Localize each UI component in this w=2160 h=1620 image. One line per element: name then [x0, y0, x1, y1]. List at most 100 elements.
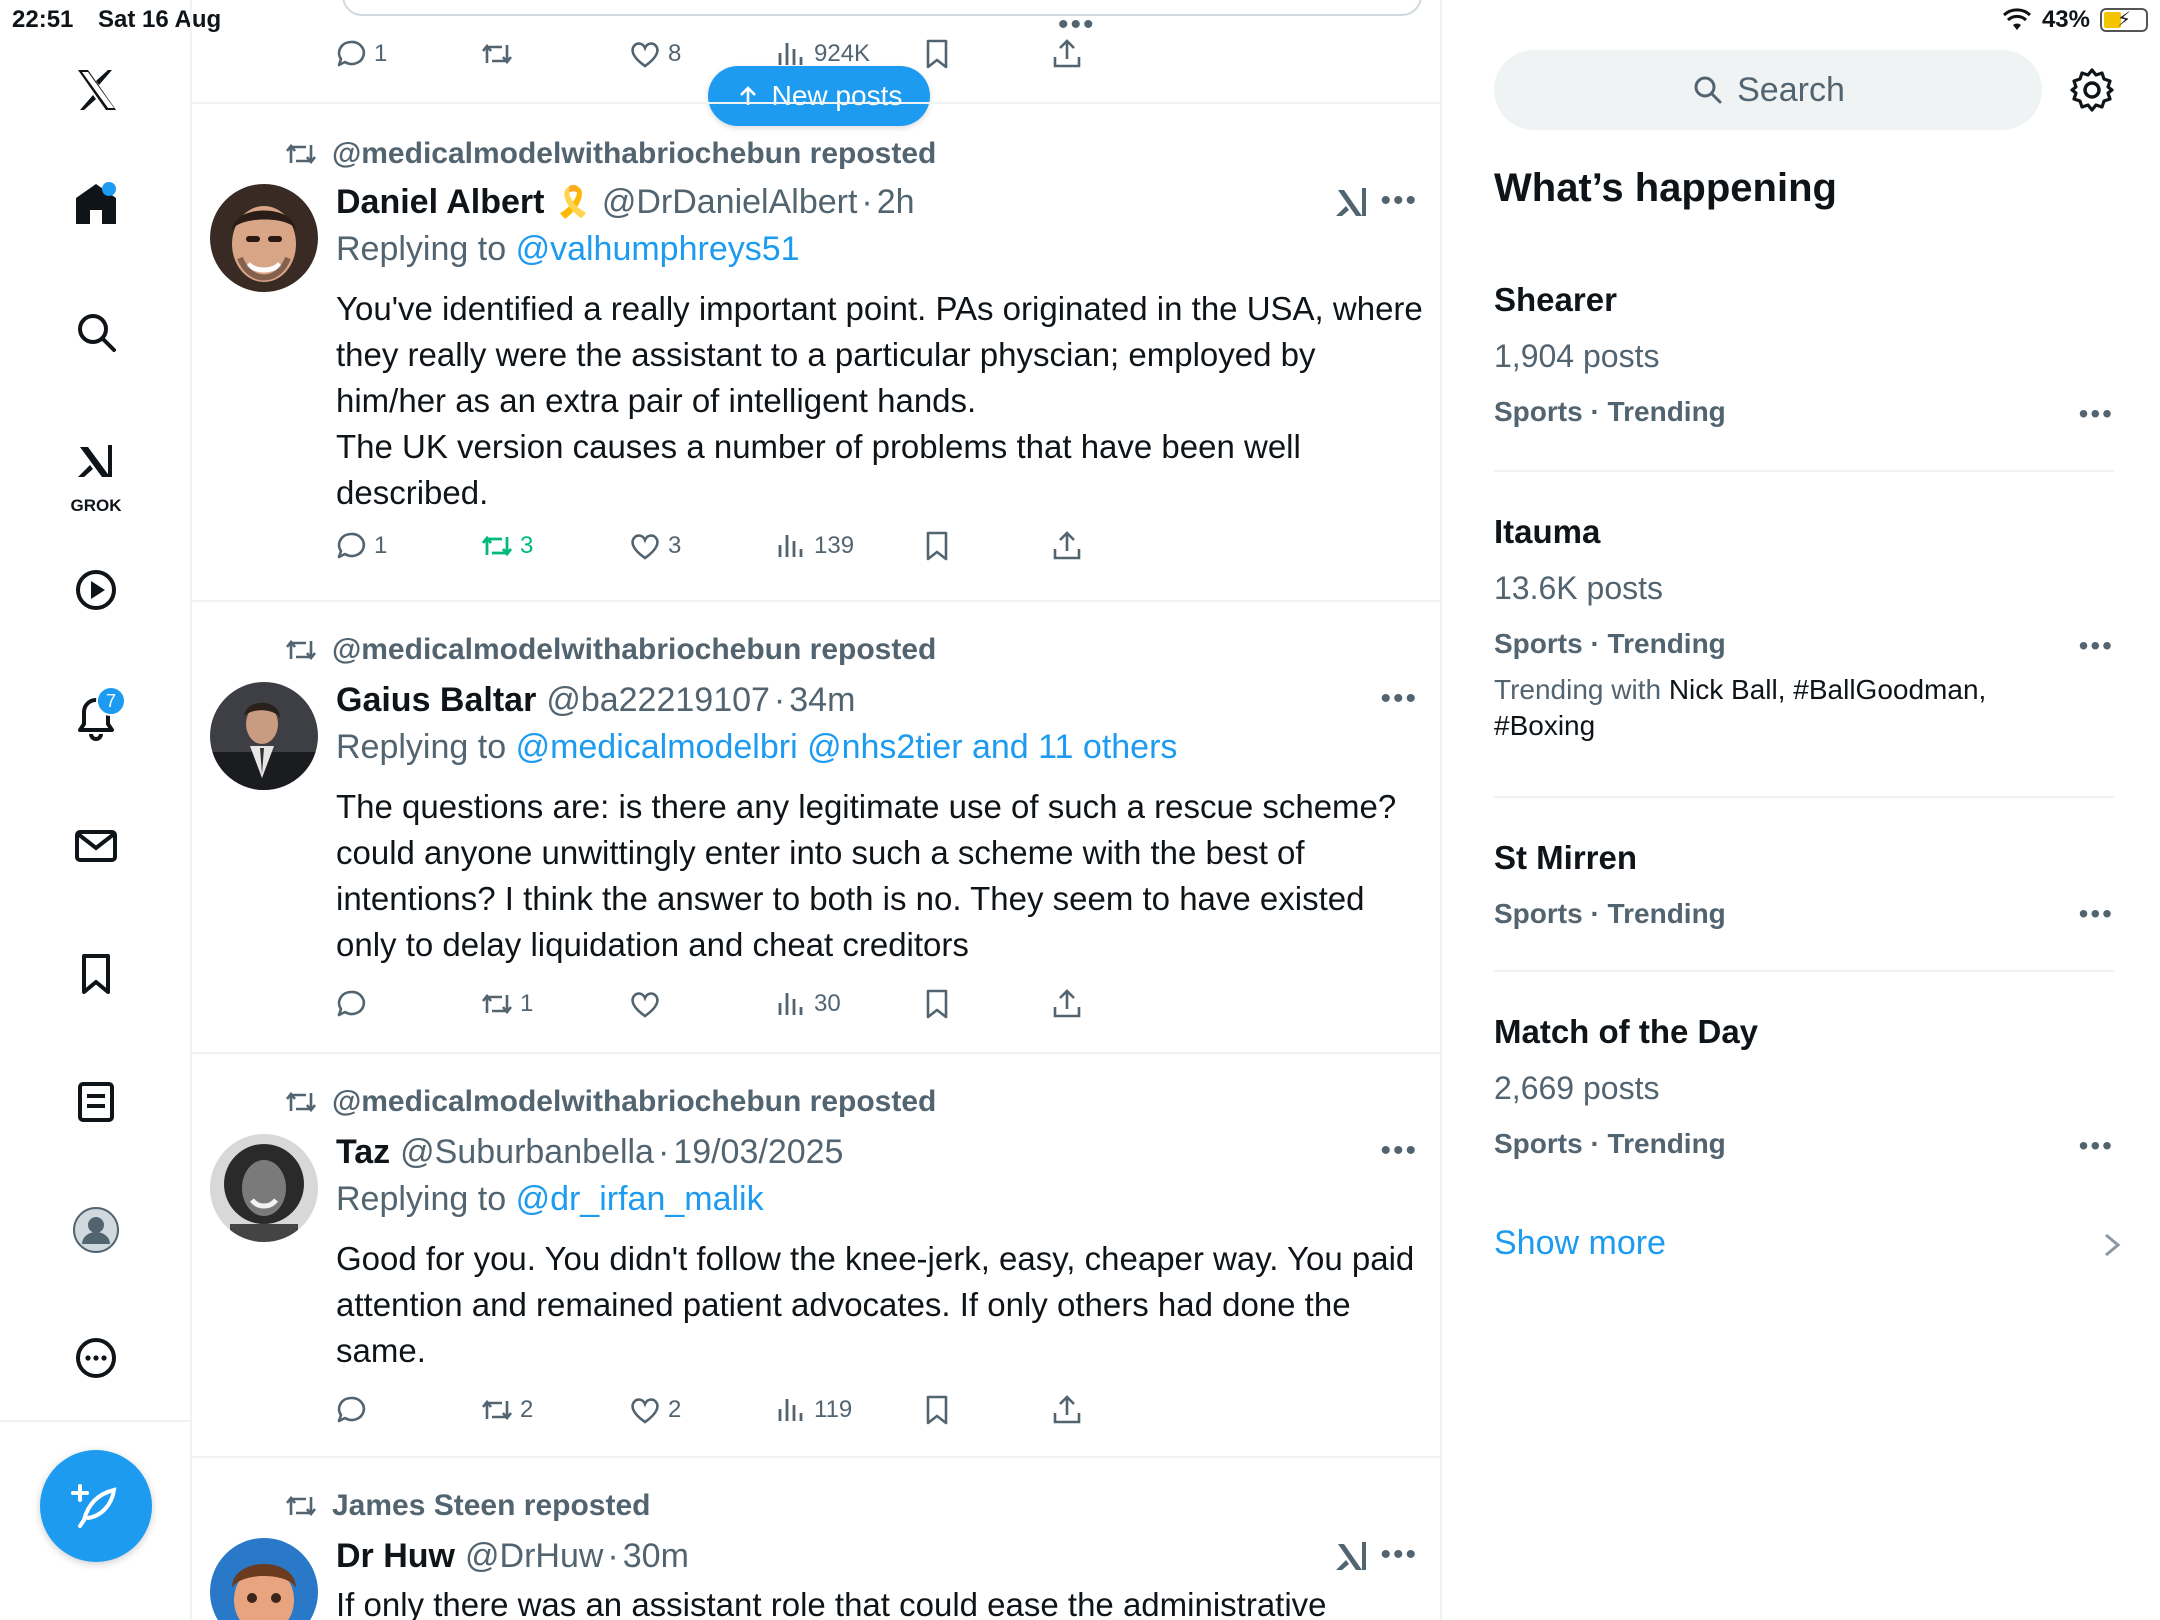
- trending-with-names-2[interactable]: #Boxing: [1494, 710, 1595, 741]
- repost-context-text[interactable]: @medicalmodelwithabriochebun reposted: [332, 1085, 936, 1119]
- nav-profile[interactable]: [54, 1188, 138, 1272]
- nav-lists[interactable]: [54, 1060, 138, 1144]
- more-options-icon[interactable]: •••: [1380, 682, 1418, 716]
- bookmark-icon: [82, 954, 110, 994]
- trend-more-icon[interactable]: •••: [2079, 630, 2114, 662]
- trending-with-names[interactable]: Nick Ball, #BallGoodman,: [1669, 674, 1986, 705]
- trend-category: Sports · Trending: [1494, 1128, 1726, 1159]
- trend-count: 13.6K posts: [1494, 570, 1663, 606]
- separator-dot: ·: [861, 182, 873, 221]
- trend-divider: [1494, 970, 2114, 972]
- repost-button[interactable]: 3: [480, 524, 533, 568]
- like-button[interactable]: 2: [628, 1388, 681, 1432]
- share-button[interactable]: [1050, 524, 1084, 568]
- bookmark-button[interactable]: [920, 524, 954, 568]
- share-icon: [1053, 1395, 1081, 1424]
- author-name[interactable]: Dr Huw: [336, 1537, 455, 1576]
- replying-to-link[interactable]: @valhumphreys51: [516, 230, 800, 268]
- nav-messages[interactable]: [54, 804, 138, 888]
- nav-explore[interactable]: [54, 290, 138, 374]
- bookmark-button[interactable]: [920, 1388, 954, 1432]
- repost-context-text[interactable]: @medicalmodelwithabriochebun reposted: [332, 633, 936, 667]
- author-name[interactable]: Gaius Baltar: [336, 681, 536, 720]
- tweet-card[interactable]: @medicalmodelwithabriochebun reposted Ta…: [192, 1052, 1440, 1456]
- trend-category: Sports · Trending: [1494, 898, 1726, 929]
- trend-item[interactable]: Shearer 1,904 posts Sports · Trending ••…: [1494, 272, 2114, 440]
- repost-button[interactable]: 1: [480, 982, 533, 1026]
- nav-home[interactable]: [54, 162, 138, 246]
- views-button[interactable]: 119: [774, 1388, 852, 1432]
- trend-item[interactable]: Itauma 13.6K posts Sports · Trending Tre…: [1494, 504, 2114, 744]
- share-button[interactable]: [1050, 1388, 1084, 1432]
- like-button[interactable]: [628, 982, 668, 1026]
- trend-more-icon[interactable]: •••: [2079, 1130, 2114, 1162]
- tweet-time[interactable]: 30m: [623, 1537, 689, 1576]
- trend-more-icon[interactable]: •••: [2079, 898, 2114, 930]
- play-icon: [76, 570, 116, 610]
- trend-count: 2,669 posts: [1494, 1070, 1660, 1106]
- repost-button[interactable]: 2: [480, 1388, 533, 1432]
- like-button[interactable]: 8: [628, 32, 681, 76]
- trend-more-icon[interactable]: •••: [2079, 398, 2114, 430]
- nav-videos[interactable]: [54, 548, 138, 632]
- author-handle[interactable]: @DrDanielAlbert: [602, 183, 858, 222]
- views-button[interactable]: 30: [774, 982, 841, 1026]
- repost-icon: [285, 1091, 317, 1113]
- show-more-link[interactable]: Show more: [1494, 1224, 1666, 1263]
- avatar[interactable]: [210, 1538, 318, 1620]
- avatar[interactable]: [210, 682, 318, 790]
- replying-to-link[interactable]: @dr_irfan_malik: [516, 1180, 764, 1218]
- author-handle[interactable]: @DrHuw: [465, 1537, 603, 1576]
- grok-explain-icon[interactable]: [1332, 182, 1372, 222]
- more-options-icon[interactable]: •••: [1380, 184, 1418, 218]
- trend-count: 1,904 posts: [1494, 338, 1660, 374]
- repost-context-text[interactable]: James Steen reposted: [332, 1489, 650, 1523]
- nav-notifications[interactable]: 7: [54, 676, 138, 760]
- nav-more[interactable]: [54, 1316, 138, 1400]
- views-button[interactable]: 139: [774, 524, 854, 568]
- x-logo-icon[interactable]: [54, 48, 138, 132]
- grok-explain-icon[interactable]: [1332, 1536, 1372, 1576]
- avatar[interactable]: [210, 1134, 318, 1242]
- more-options-icon[interactable]: •••: [1380, 1538, 1418, 1572]
- tweet-header: Taz @Suburbanbella · 19/03/2025: [336, 1130, 843, 1174]
- author-name[interactable]: Daniel Albert: [336, 183, 544, 222]
- trend-item[interactable]: Match of the Day 2,669 posts Sports · Tr…: [1494, 1004, 2114, 1172]
- replying-prefix: Replying to: [336, 728, 507, 766]
- tweet-card[interactable]: @medicalmodelwithabriochebun reposted Da…: [192, 102, 1440, 602]
- search-placeholder: Search: [1737, 70, 1845, 109]
- reply-button[interactable]: [334, 982, 374, 1026]
- reply-button[interactable]: 1: [334, 32, 387, 76]
- search-input[interactable]: Search: [1494, 50, 2042, 130]
- repost-button[interactable]: [480, 32, 514, 76]
- more-options-icon[interactable]: •••: [1380, 1134, 1418, 1168]
- gear-icon[interactable]: [2068, 66, 2116, 114]
- replying-prefix: Replying to: [336, 1180, 507, 1218]
- author-name[interactable]: Taz: [336, 1133, 390, 1172]
- notification-badge: 7: [96, 686, 126, 716]
- tweet-time[interactable]: 2h: [877, 183, 915, 222]
- tweet-card[interactable]: @medicalmodelwithabriochebun reposted Ga…: [192, 600, 1440, 1052]
- share-button[interactable]: [1050, 982, 1084, 1026]
- reply-count: 1: [374, 40, 388, 67]
- author-handle[interactable]: @Suburbanbella: [400, 1133, 654, 1172]
- avatar[interactable]: [210, 184, 318, 292]
- tweet-card[interactable]: James Steen reposted Dr Huw @DrHuw · 30m…: [192, 1456, 1440, 1620]
- reply-button[interactable]: 1: [334, 524, 387, 568]
- bookmark-icon: [926, 1395, 948, 1425]
- trend-item[interactable]: St Mirren Sports · Trending •••: [1494, 830, 2114, 942]
- tweet-time[interactable]: 19/03/2025: [673, 1133, 843, 1172]
- tweet-time[interactable]: 34m: [789, 681, 855, 720]
- share-button[interactable]: [1050, 32, 1084, 76]
- like-button[interactable]: 3: [628, 524, 681, 568]
- nav-bookmarks[interactable]: [54, 932, 138, 1016]
- nav-grok[interactable]: GROK: [54, 420, 138, 520]
- repost-context-text[interactable]: @medicalmodelwithabriochebun reposted: [332, 137, 936, 171]
- profile-icon: [73, 1207, 119, 1253]
- bookmark-button[interactable]: [920, 982, 954, 1026]
- reply-button[interactable]: [334, 1388, 374, 1432]
- bookmark-button[interactable]: [920, 32, 954, 76]
- compose-button[interactable]: [40, 1450, 152, 1562]
- replying-to-link[interactable]: @medicalmodelbri @nhs2tier and 11 others: [516, 728, 1178, 766]
- author-handle[interactable]: @ba22219107: [546, 681, 770, 720]
